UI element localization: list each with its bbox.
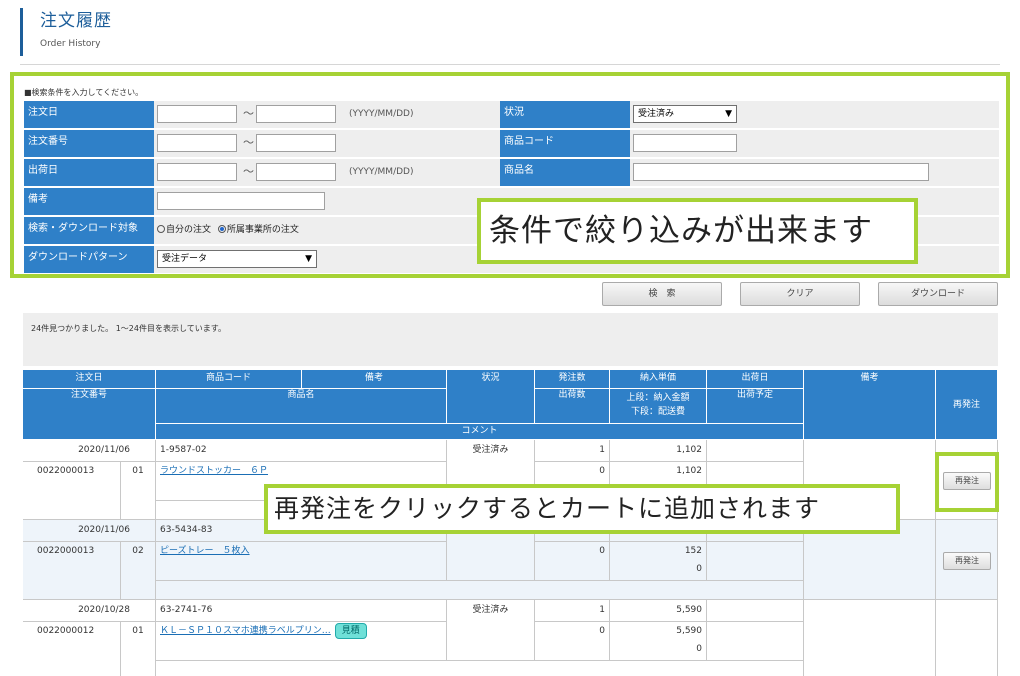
cell-line: 02 — [121, 542, 156, 600]
page-title: 注文履歴 — [40, 11, 112, 31]
cell-order-no: 0022000013 — [23, 462, 121, 520]
search-row-order-no: 注文番号 ～ 商品コード — [24, 130, 999, 157]
th-status: 状況 — [447, 370, 535, 424]
radio-own-orders[interactable]: 自分の注文 — [157, 225, 211, 235]
order-no-from-input[interactable] — [157, 134, 237, 152]
th-order-date: 注文日 — [23, 370, 156, 389]
ship-date-to-input[interactable] — [256, 163, 336, 181]
cell-product-name: ＫＬ－ＳＰ１０スマホ連携ラベルプリン… 見積 — [156, 622, 447, 661]
cell-amount: 152 0 — [610, 542, 707, 581]
th-comment: コメント — [156, 424, 804, 440]
clear-button[interactable]: クリア — [740, 282, 860, 306]
product-link[interactable]: ＫＬ－ＳＰ１０スマホ連携ラベルプリン… — [160, 626, 331, 636]
cell-date: 2020/11/06 — [23, 520, 156, 542]
th-product-name: 商品名 — [156, 389, 447, 424]
th-remarks-top: 備考 — [302, 370, 447, 389]
download-pattern-select[interactable]: 受注データ ▼ — [157, 250, 317, 268]
cell-line: 01 — [121, 462, 156, 520]
cell-order-no: 0022000013 — [23, 542, 121, 600]
product-code-input[interactable] — [633, 134, 737, 152]
label-order-no: 注文番号 — [24, 130, 154, 157]
search-hint: ■検索条件を入力してください。 — [24, 88, 144, 97]
filter-callout: 条件で絞り込みが出来ます — [477, 198, 918, 264]
th-ship-qty: 出荷数 — [535, 389, 610, 424]
th-reorder: 再発注 — [936, 370, 998, 440]
cell-ship-date — [707, 440, 804, 462]
cell-date: 2020/10/28 — [23, 600, 156, 622]
cell-product-name: ピーズトレー ５枚入 — [156, 542, 447, 581]
order-date-to-input[interactable] — [256, 105, 336, 123]
cell-price: 5,590 — [610, 600, 707, 622]
chevron-down-icon: ▼ — [725, 109, 732, 119]
order-no-to-input[interactable] — [256, 134, 336, 152]
product-link[interactable]: ラウンドストッカー ６Ｐ — [160, 466, 268, 476]
download-button[interactable]: ダウンロード — [878, 282, 998, 306]
cell-code: 63-2741-76 — [156, 600, 447, 622]
date-format-hint: (YYYY/MM/DD) — [349, 109, 414, 119]
cell-reorder — [936, 600, 998, 676]
date-format-hint: (YYYY/MM/DD) — [349, 167, 414, 177]
cell-line: 01 — [121, 622, 156, 676]
page-header: 注文履歴 Order History — [20, 8, 112, 56]
th-product-code: 商品コード — [156, 370, 302, 389]
label-product-name: 商品名 — [500, 159, 630, 186]
cell-price: 1,102 — [610, 440, 707, 462]
tilde: ～ — [243, 107, 254, 120]
label-status: 状況 — [500, 101, 630, 128]
th-unit-price: 納入単価 — [610, 370, 707, 389]
search-target-radio-group: 自分の注文 所属事業所の注文 — [157, 223, 299, 237]
cell-status: 受注済み — [447, 600, 535, 661]
cell-order-no: 0022000012 — [23, 622, 121, 676]
label-order-date: 注文日 — [24, 101, 154, 128]
reorder-callout: 再発注をクリックするとカートに追加されます — [264, 484, 900, 534]
cell-code: 1-9587-02 — [156, 440, 447, 462]
quote-badge[interactable]: 見積 — [334, 623, 367, 639]
chevron-down-icon: ▼ — [305, 254, 312, 264]
cell-ship-plan — [707, 542, 804, 581]
th-order-qty: 発注数 — [535, 370, 610, 389]
order-date-from-input[interactable] — [157, 105, 237, 123]
cell-ship-plan — [707, 622, 804, 661]
cell-remarks — [804, 600, 936, 676]
cell-amount: 5,590 0 — [610, 622, 707, 661]
remarks-input[interactable] — [157, 192, 325, 210]
reorder-button[interactable]: 再発注 — [943, 552, 991, 570]
th-order-no: 注文番号 — [23, 389, 156, 440]
reorder-highlight-frame — [935, 452, 999, 512]
label-search-target: 検索・ダウンロード対象 — [24, 217, 154, 244]
header-divider — [20, 64, 1000, 65]
status-select[interactable]: 受注済み ▼ — [633, 105, 737, 123]
cell-comment — [156, 661, 804, 676]
label-ship-date: 出荷日 — [24, 159, 154, 186]
ship-date-from-input[interactable] — [157, 163, 237, 181]
label-download-pattern: ダウンロードパターン — [24, 246, 154, 273]
th-remarks: 備考 — [804, 370, 936, 440]
cell-ship-date — [707, 600, 804, 622]
page-subtitle: Order History — [40, 39, 101, 49]
th-ship-plan: 出荷予定 — [707, 389, 804, 424]
result-summary: 24件見つかりました。 1～24件目を表示しています。 — [23, 313, 998, 366]
cell-qty: 1 — [535, 440, 610, 462]
label-product-code: 商品コード — [500, 130, 630, 157]
tilde: ～ — [243, 136, 254, 149]
th-price-note: 上段：納入金額 下段：配送費 — [610, 389, 707, 424]
cell-ship-qty: 0 — [535, 622, 610, 661]
cell-comment — [156, 581, 804, 600]
search-row-order-date: 注文日 ～ (YYYY/MM/DD) 状況 受注済み ▼ — [24, 101, 999, 128]
search-row-ship-date: 出荷日 ～ (YYYY/MM/DD) 商品名 — [24, 159, 999, 186]
th-ship-date: 出荷日 — [707, 370, 804, 389]
label-remarks: 備考 — [24, 188, 154, 215]
radio-office-orders[interactable]: 所属事業所の注文 — [217, 225, 299, 235]
tilde: ～ — [243, 165, 254, 178]
cell-date: 2020/11/06 — [23, 440, 156, 462]
cell-qty: 1 — [535, 600, 610, 622]
search-button[interactable]: 検 索 — [602, 282, 722, 306]
product-link[interactable]: ピーズトレー ５枚入 — [160, 546, 250, 556]
cell-ship-qty: 0 — [535, 542, 610, 581]
product-name-input[interactable] — [633, 163, 929, 181]
